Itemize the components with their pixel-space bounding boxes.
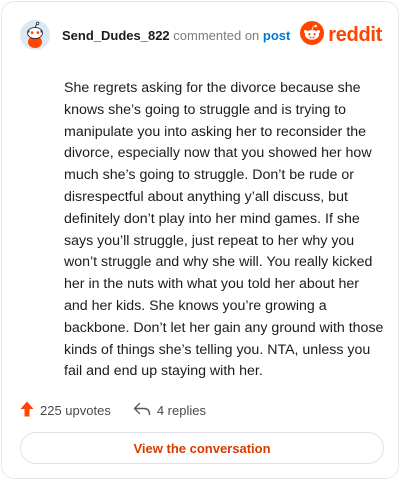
upvote-stat[interactable]: 225 upvotes <box>20 401 111 420</box>
reply-count: 4 replies <box>156 402 206 418</box>
username-link[interactable]: Send_Dudes_822 <box>62 28 170 43</box>
reddit-logo[interactable]: reddit <box>300 20 382 50</box>
reply-stat[interactable]: 4 replies <box>133 402 206 419</box>
view-conversation-button[interactable]: View the conversation <box>20 432 384 464</box>
commented-text: commented on <box>173 27 260 43</box>
upvote-arrow-icon <box>20 401 40 420</box>
reddit-snoo-icon <box>300 20 325 50</box>
comment-header: Send_Dudes_822 commented on post reddit <box>20 20 382 50</box>
reddit-wordmark: reddit <box>328 23 382 46</box>
post-link[interactable]: post <box>263 28 290 43</box>
comment-stats: 225 upvotes 4 replies <box>20 399 206 421</box>
snoo-avatar-icon[interactable] <box>20 20 50 50</box>
reply-arrow-icon <box>133 402 157 419</box>
comment-body: She regrets asking for the divorce becau… <box>64 80 384 380</box>
upvote-count: 225 upvotes <box>40 402 111 418</box>
comment-card: Send_Dudes_822 commented on post reddit <box>1 1 399 479</box>
comment-byline: Send_Dudes_822 commented on post <box>62 28 290 43</box>
